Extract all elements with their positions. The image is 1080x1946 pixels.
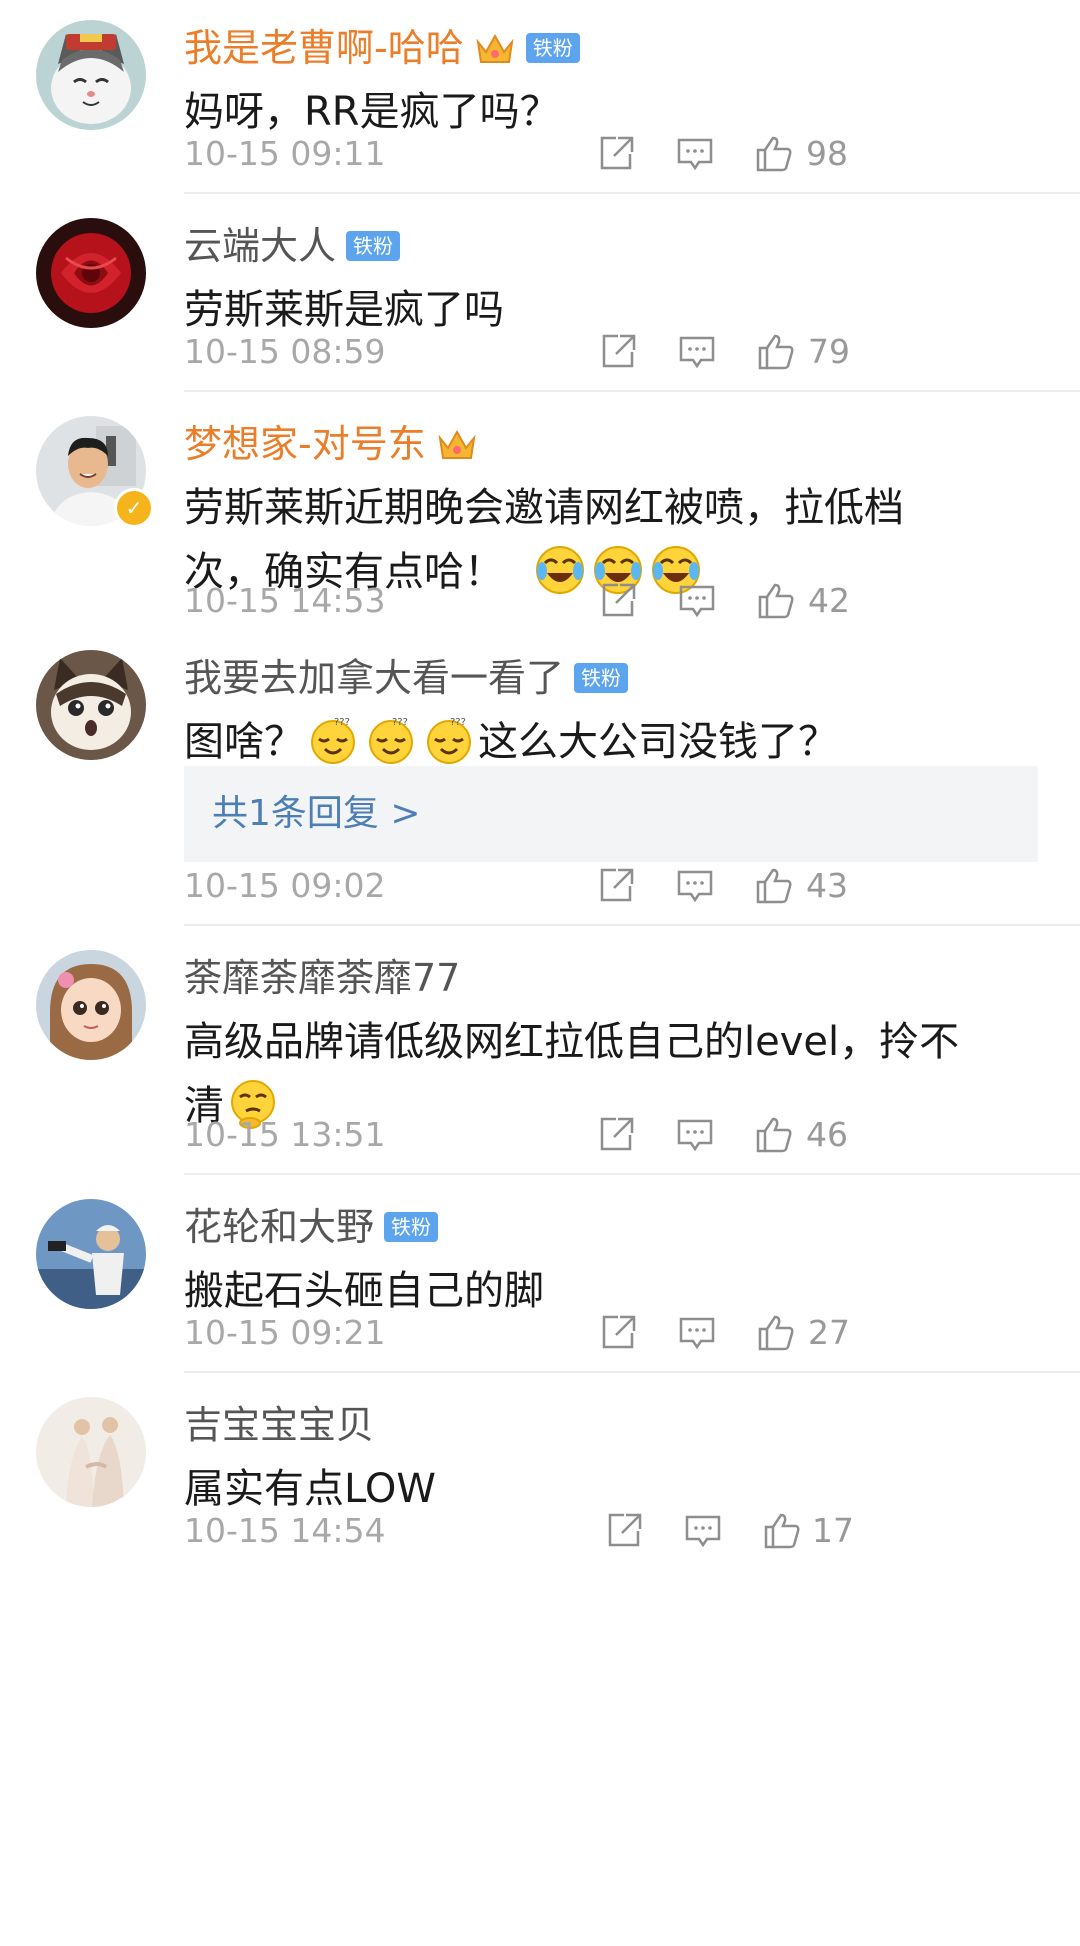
fan-badge: 铁粉 [346,231,401,261]
share-icon[interactable] [598,581,638,621]
like-count: 98 [806,134,848,173]
crown-icon [436,424,478,464]
timestamp: 10-15 14:53 [184,581,386,620]
comment-icon[interactable] [677,332,717,372]
svg-text:???: ??? [450,717,466,728]
dizzy-emoji-icon: ??? [424,715,474,765]
comment-line-text: 图啥？ [184,719,304,765]
share-icon[interactable] [596,866,636,906]
like-count: 27 [808,1313,850,1352]
verified-icon: ✓ [114,488,154,528]
fan-badge: 铁粉 [384,1212,439,1242]
comment-icon[interactable] [683,1511,723,1551]
comment-line-text: 这么大公司没钱了？ [478,719,838,765]
username[interactable]: 我要去加拿大看一看了 [184,650,564,706]
avatar[interactable] [36,1397,146,1507]
name-row: 花轮和大野 铁粉 [184,1199,439,1255]
comment-icon[interactable] [675,866,715,906]
timestamp: 10-15 09:21 [184,1313,386,1352]
divider [184,924,1080,926]
share-icon[interactable] [604,1511,644,1551]
comment-text: 图啥？????????? 这么大公司没钱了？ [184,710,1044,774]
timestamp: 10-15 13:51 [184,1115,386,1154]
comment-icon[interactable] [677,1313,717,1353]
divider [184,1173,1080,1175]
share-icon[interactable] [596,1115,636,1155]
comment-meta: 10-15 14:53 42 [0,571,1080,631]
avatar[interactable] [36,950,146,1060]
name-row: 吉宝宝宝贝 [184,1397,374,1453]
fan-badge: 铁粉 [525,33,580,63]
divider [184,192,1080,194]
avatar[interactable] [36,1199,146,1309]
timestamp: 10-15 14:54 [184,1511,386,1550]
comment-meta: 10-15 09:02 43 [0,856,1080,916]
username[interactable]: 云端大人 [184,218,336,274]
comment-icon[interactable] [675,134,715,174]
comment-meta: 10-15 08:59 79 [0,322,1080,382]
comment-feed: 我是老曹啊-哈哈 铁粉 妈呀，RR是疯了吗？ 10-15 09:11 98 云端… [0,0,1080,1946]
username[interactable]: 我是老曹啊-哈哈 [184,20,464,76]
thumbs-up-icon[interactable] [762,1511,802,1551]
divider [184,1371,1080,1373]
comment-meta: 10-15 09:11 98 [0,124,1080,184]
avatar[interactable] [36,20,146,130]
comment-line: 高级品牌请低级网红拉低自己的level，拎不 [184,1019,960,1065]
comment-icon[interactable] [677,581,717,621]
thumbs-up-icon[interactable] [756,1313,796,1353]
name-row: 梦想家-对号东 [184,416,478,472]
reply-count-link[interactable]: 共1条回复 > [212,766,421,862]
share-icon[interactable] [596,134,636,174]
comment-meta: 10-15 09:21 27 [0,1303,1080,1363]
reply-expand-button[interactable]: 共1条回复 > [184,766,1038,862]
crown-icon [474,28,516,68]
username[interactable]: 花轮和大野 [184,1199,374,1255]
svg-text:???: ??? [392,717,408,728]
divider [184,390,1080,392]
like-count: 42 [808,581,850,620]
share-icon[interactable] [598,1313,638,1353]
name-row: 我要去加拿大看一看了 铁粉 [184,650,629,706]
thumbs-up-icon[interactable] [754,866,794,906]
dizzy-emoji-icon: ??? [308,715,358,765]
name-row: 云端大人 铁粉 [184,218,401,274]
timestamp: 10-15 09:11 [184,134,386,173]
avatar[interactable] [36,218,146,328]
svg-text:???: ??? [334,717,350,728]
username[interactable]: 吉宝宝宝贝 [184,1397,374,1453]
avatar[interactable] [36,650,146,760]
like-count: 43 [806,866,848,905]
comment-icon[interactable] [675,1115,715,1155]
timestamp: 10-15 08:59 [184,332,386,371]
thumbs-up-icon[interactable] [754,134,794,174]
name-row: 荼靡荼靡荼靡77 [184,950,460,1006]
dizzy-emoji-icon: ??? [366,715,416,765]
comment-line: 图啥？????????? 这么大公司没钱了？ [184,710,1044,774]
like-count: 79 [808,332,850,371]
thumbs-up-icon[interactable] [756,332,796,372]
like-count: 17 [812,1511,854,1550]
comment-meta: 10-15 14:54 17 [0,1501,1080,1561]
comment-line: 劳斯莱斯近期晚会邀请网红被喷，拉低档 [184,485,904,531]
like-count: 46 [806,1115,848,1154]
share-icon[interactable] [598,332,638,372]
thumbs-up-icon[interactable] [756,581,796,621]
comment-meta: 10-15 13:51 46 [0,1105,1080,1165]
username[interactable]: 荼靡荼靡荼靡77 [184,950,460,1006]
thumbs-up-icon[interactable] [754,1115,794,1155]
name-row: 我是老曹啊-哈哈 铁粉 [184,20,580,76]
timestamp: 10-15 09:02 [184,866,386,905]
fan-badge: 铁粉 [574,663,629,693]
username[interactable]: 梦想家-对号东 [184,416,426,472]
